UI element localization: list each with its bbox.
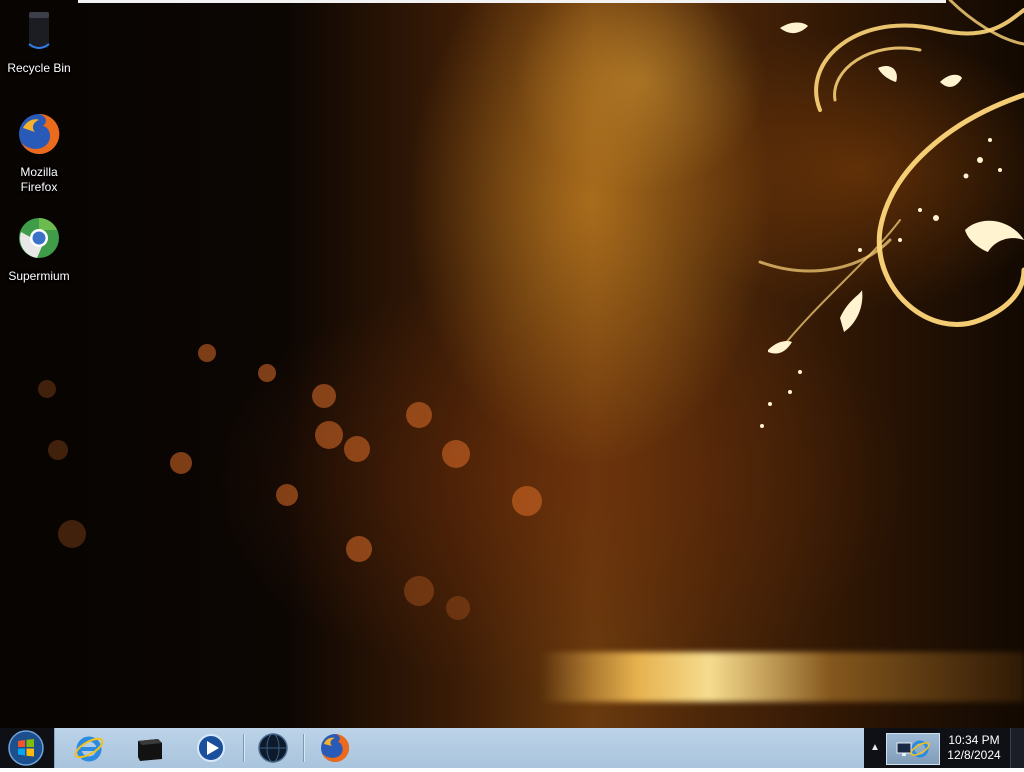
taskbar-separator [243, 734, 244, 762]
firefox-label: Mozilla Firefox [20, 165, 58, 194]
recycle-bin-icon [28, 12, 50, 49]
bokeh-light [446, 596, 470, 620]
system-tray: ▲ 10:34 PM 12/8/2024 [864, 728, 1024, 768]
desktop-icon-recycle-bin[interactable]: Recycle Bin [0, 6, 78, 76]
golden-swirl-decoration [758, 0, 1024, 428]
taskbar-pinned-area [54, 728, 865, 768]
bokeh-light [198, 344, 216, 362]
clock-date: 12/8/2024 [947, 748, 1001, 762]
internet-explorer-icon [74, 736, 104, 762]
bokeh-light [48, 440, 68, 460]
bokeh-light [344, 436, 370, 462]
taskbar-button-firefox[interactable] [313, 730, 357, 766]
taskbar-button-globe[interactable] [251, 730, 295, 766]
bokeh-light [258, 364, 276, 382]
desktop-icon-supermium[interactable]: Supermium [0, 214, 78, 284]
bokeh-light [276, 484, 298, 506]
network-status-button[interactable] [886, 733, 940, 765]
supermium-icon [19, 218, 59, 258]
taskbar-separator [303, 734, 304, 762]
bokeh-light [442, 440, 470, 468]
taskbar-button-media-player[interactable] [189, 730, 233, 766]
start-button[interactable] [4, 729, 48, 767]
globe-icon [258, 733, 288, 763]
bokeh-light [512, 486, 542, 516]
recycle-bin-label: Recycle Bin [7, 61, 71, 75]
bokeh-light [38, 380, 56, 398]
bokeh-light [315, 421, 343, 449]
black-box-icon [138, 739, 162, 761]
firefox-icon [321, 733, 350, 762]
firefox-icon [19, 113, 60, 154]
supermium-label: Supermium [8, 269, 70, 283]
taskbar: ▲ 10:34 PM 12/8/2024 [0, 728, 1024, 768]
bokeh-light [170, 452, 192, 474]
clock[interactable]: 10:34 PM 12/8/2024 [942, 733, 1006, 763]
bokeh-light [406, 402, 432, 428]
clock-time: 10:34 PM [948, 733, 1000, 747]
taskbar-button-black-box[interactable] [127, 730, 171, 766]
media-player-icon [197, 734, 225, 762]
taskbar-button-internet-explorer[interactable] [67, 730, 111, 766]
chevron-up-icon[interactable]: ▲ [870, 742, 880, 753]
bokeh-light [404, 576, 434, 606]
bokeh-light [312, 384, 336, 408]
windows-logo-icon [8, 730, 44, 766]
network-ie-icon [896, 740, 930, 758]
desktop-icon-firefox[interactable]: Mozilla Firefox [0, 110, 78, 195]
light-streak [540, 652, 1024, 702]
desktop[interactable]: Recycle Bin Mozilla Firefox Supermium [0, 0, 1024, 728]
bokeh-light [346, 536, 372, 562]
bokeh-light [58, 520, 86, 548]
show-desktop-button[interactable] [1010, 728, 1024, 768]
